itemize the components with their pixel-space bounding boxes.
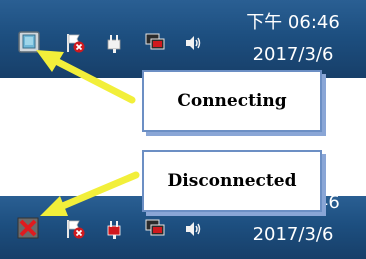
annotation-arrows — [36, 50, 140, 216]
arrow-to-connecting-icon — [36, 50, 136, 104]
arrow-to-disconnected-icon — [40, 171, 140, 216]
